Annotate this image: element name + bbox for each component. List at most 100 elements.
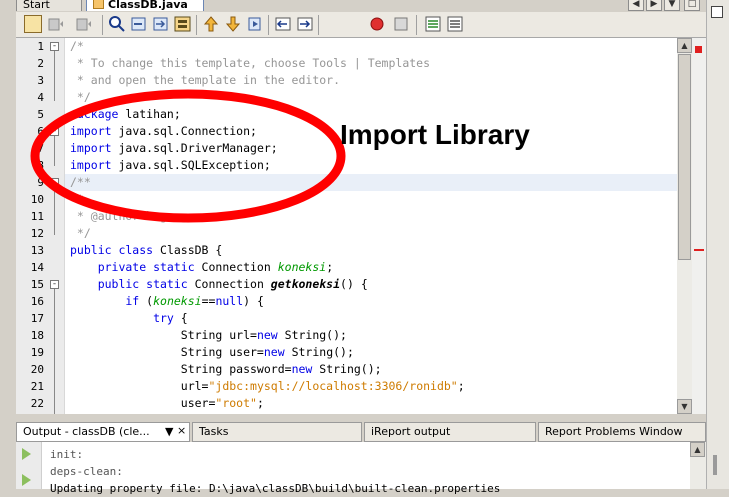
scroll-down-icon[interactable]: ▼	[677, 399, 692, 414]
keyword: null	[215, 294, 244, 308]
code-text: String url=	[70, 328, 257, 342]
method-name: getkoneksi	[270, 277, 341, 291]
panel-close-icon[interactable]	[711, 6, 723, 18]
code-line: url="jdbc:mysql://localhost:3306/ronidb"…	[70, 378, 465, 395]
code-text: String user=	[70, 345, 264, 359]
rerun-icon[interactable]	[22, 448, 31, 460]
comment-icon[interactable]	[424, 15, 442, 33]
toggle-bookmark-icon[interactable]	[246, 15, 264, 33]
code-text: user=	[70, 396, 216, 410]
show-opened-documents-icon[interactable]: ▼	[664, 0, 680, 11]
tab-tasks[interactable]: Tasks	[192, 422, 362, 442]
close-tab-icon[interactable]: ×	[177, 422, 186, 440]
output-scrollbar[interactable]: ▲	[690, 442, 706, 489]
error-status-icon[interactable]	[695, 46, 702, 53]
tab-classdb-java[interactable]: ClassDB.java ×	[86, 0, 204, 24]
right-side-panel	[706, 0, 729, 489]
code-fold-toggle[interactable]: -	[50, 42, 59, 51]
rerun-different-params-icon[interactable]	[22, 474, 31, 486]
toggle-highlight-icon[interactable]	[174, 15, 192, 33]
previous-bookmark-icon[interactable]	[202, 15, 220, 33]
tab-report-problems[interactable]: Report Problems Window	[538, 422, 706, 442]
next-bookmark-icon[interactable]	[224, 15, 242, 33]
code-line: String url=new String();	[70, 327, 347, 344]
scroll-tabs-right-icon[interactable]: ▶	[646, 0, 662, 11]
code-line: String password=new String();	[70, 361, 382, 378]
toolbar-separator	[102, 15, 103, 35]
maximize-window-icon[interactable]: □	[684, 0, 700, 11]
code-text: ) {	[243, 294, 264, 308]
tab-tasks-label: Tasks	[199, 425, 229, 438]
code-text: ;	[326, 260, 334, 274]
code-line: public static Connection getkoneksi() {	[70, 276, 368, 293]
tab-output[interactable]: Output - classDB (cle... ▼ ×	[16, 422, 190, 442]
shift-right-icon[interactable]	[296, 15, 314, 33]
line-number: 17	[30, 312, 44, 325]
new-file-icon[interactable]	[24, 15, 42, 33]
tab-start-page[interactable]: Start Page	[16, 0, 82, 24]
code-text: {	[173, 311, 188, 325]
code-line: */	[70, 225, 91, 242]
line-number: 22	[30, 397, 44, 410]
scroll-tabs-left-icon[interactable]: ◀	[628, 0, 644, 11]
shift-left-icon[interactable]	[274, 15, 292, 33]
scrollbar-thumb[interactable]	[678, 54, 691, 260]
start-macro-icon[interactable]	[368, 15, 386, 33]
keyword: public class	[70, 243, 154, 257]
scroll-up-icon[interactable]: ▲	[690, 442, 705, 457]
toolbar-separator	[318, 15, 319, 35]
stop-macro-icon[interactable]	[392, 15, 410, 33]
line-number: 1	[37, 40, 44, 53]
code-text: String password=	[70, 362, 292, 376]
line-number: 12	[30, 227, 44, 240]
comment-text: /*	[70, 39, 84, 53]
keyword: public static	[70, 277, 188, 291]
panel-scroll-thumb[interactable]	[713, 455, 717, 475]
error-marker[interactable]	[694, 249, 704, 251]
history-back-icon[interactable]	[46, 15, 64, 33]
line-number: 13	[30, 244, 44, 257]
line-number: 19	[30, 346, 44, 359]
keyword: if	[70, 294, 140, 308]
field-name: koneksi	[153, 294, 202, 308]
editor-vertical-scrollbar[interactable]: ▲ ▼	[677, 38, 692, 414]
bottom-panel-tabs: Output - classDB (cle... ▼ × Tasks iRepo…	[16, 422, 706, 442]
annotation-ellipse	[30, 89, 346, 223]
code-text: (	[139, 294, 154, 308]
tab-ireport-label: iReport output	[371, 425, 451, 438]
code-line: /*	[70, 38, 84, 55]
find-next-icon[interactable]	[152, 15, 170, 33]
line-number: 18	[30, 329, 44, 342]
tab-menu-icon[interactable]: ▼	[165, 423, 173, 441]
code-text: url=	[70, 379, 209, 393]
keyword: try	[70, 311, 174, 325]
code-line: if (koneksi==null) {	[70, 293, 264, 310]
code-line: try {	[70, 310, 188, 327]
line-number: 21	[30, 380, 44, 393]
code-fold-toggle[interactable]: -	[50, 280, 59, 289]
editor-tab-strip: Start Page ClassDB.java × ◀ ▶ ▼ □ ×	[0, 0, 729, 24]
editor-toolbar	[16, 12, 706, 38]
scroll-up-icon[interactable]: ▲	[677, 38, 692, 53]
tab-ireport-output[interactable]: iReport output	[364, 422, 536, 442]
field-name: koneksi	[277, 260, 327, 274]
string-literal: "jdbc:mysql://localhost:3306/ronidb"	[208, 379, 458, 393]
tab-classdb-label: ClassDB.java	[108, 0, 188, 11]
line-number: 20	[30, 363, 44, 376]
code-text: ==	[201, 294, 216, 308]
tab-output-label: Output - classDB (cle...	[23, 425, 150, 438]
code-text: ;	[457, 379, 465, 393]
keyword: private static	[70, 260, 195, 274]
code-line: user="root";	[70, 395, 264, 412]
uncomment-icon[interactable]	[446, 15, 464, 33]
history-forward-icon[interactable]	[74, 15, 92, 33]
find-icon[interactable]	[108, 15, 126, 33]
toolbar-separator	[268, 15, 269, 35]
output-line: deps-clean:	[50, 465, 123, 478]
annotation-label: Import Library	[340, 119, 530, 150]
output-window[interactable]: init: deps-clean: Updating property file…	[16, 442, 690, 495]
code-text: Connection	[187, 277, 271, 291]
code-line: private static Connection koneksi;	[70, 259, 333, 276]
find-previous-icon[interactable]	[130, 15, 148, 33]
line-number: 16	[30, 295, 44, 308]
